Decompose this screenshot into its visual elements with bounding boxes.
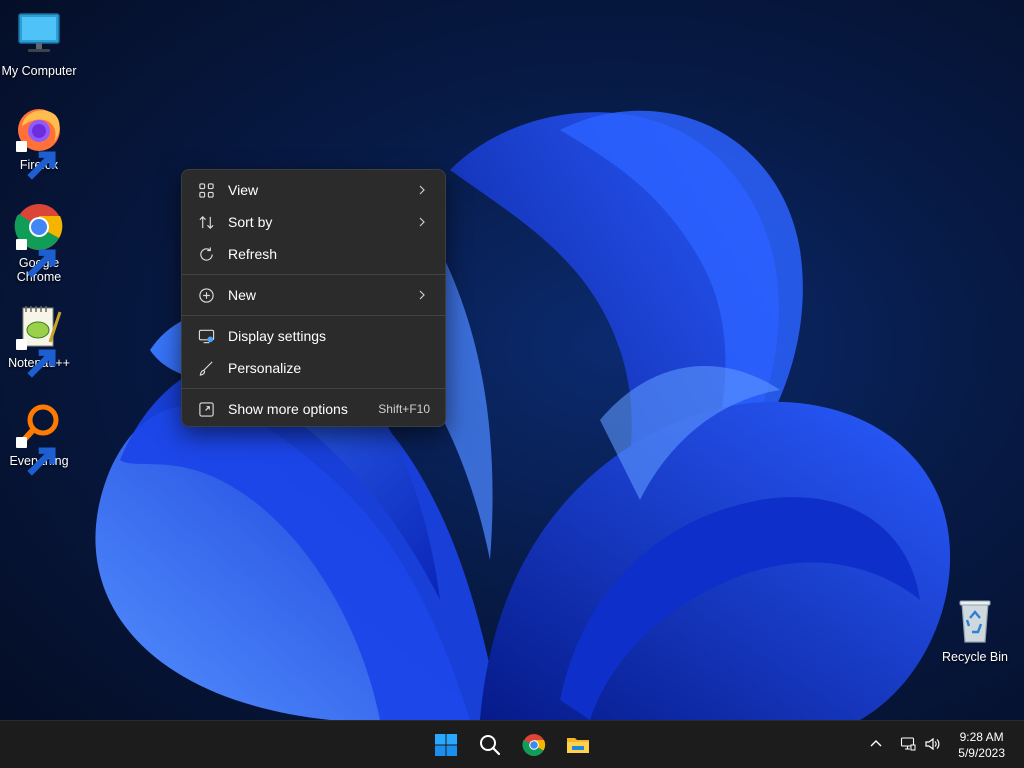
- shortcut-arrow-icon: [16, 141, 56, 180]
- refresh-icon: [197, 245, 215, 263]
- menu-item-personalize[interactable]: Personalize: [186, 352, 441, 384]
- sort-icon: [197, 213, 215, 231]
- search-icon: [480, 735, 501, 756]
- menu-item-display-settings[interactable]: Display settings: [186, 320, 441, 352]
- menu-item-label: Personalize: [228, 360, 302, 376]
- menu-item-label: New: [228, 287, 257, 303]
- desktop-icon-label: Recycle Bin: [942, 650, 1008, 664]
- shortcut-arrow-icon: [16, 437, 56, 476]
- shortcut-arrow-icon: [16, 239, 56, 278]
- menu-item-label: Display settings: [228, 328, 327, 344]
- menu-separator: [182, 274, 445, 275]
- menu-item-refresh[interactable]: Refresh: [186, 238, 441, 270]
- menu-separator: [182, 315, 445, 316]
- desktop-icon-everything[interactable]: Everything: [0, 400, 78, 476]
- start-icon: [435, 734, 457, 756]
- grid-icon: [197, 181, 215, 199]
- desktop-icon-recycle-bin[interactable]: Recycle Bin: [936, 596, 1014, 664]
- wallpaper-bloom: [95, 110, 951, 720]
- clock-date: 5/9/2023: [958, 746, 1005, 760]
- show-hidden-icons-button[interactable]: [865, 733, 887, 755]
- desktop-icon-notepad-plus-plus[interactable]: Notepad++: [0, 302, 78, 378]
- menu-item-label: Show more options: [228, 401, 348, 417]
- taskbar-clock[interactable]: 9:28 AM 5/9/2023: [958, 729, 1005, 761]
- plus-circle-icon: [197, 286, 215, 304]
- volume-icon: [925, 737, 940, 751]
- clock-time: 9:28 AM: [959, 730, 1004, 744]
- menu-item-label: Refresh: [228, 246, 278, 262]
- menu-item-sort-by[interactable]: Sort by: [186, 206, 441, 238]
- more-options-icon: [197, 400, 215, 418]
- desktop-icon-label: My Computer: [1, 64, 77, 78]
- taskbar-chrome-button[interactable]: [518, 729, 550, 761]
- desktop-icon-firefox[interactable]: Firefox: [0, 104, 78, 180]
- brush-icon: [197, 359, 215, 377]
- file-explorer-icon: [567, 738, 589, 753]
- shortcut-arrow-icon: [16, 339, 56, 378]
- monitor-icon: [18, 13, 60, 52]
- menu-item-show-more-options[interactable]: Show more options Shift+F10: [186, 393, 441, 425]
- desktop-icon-google-chrome[interactable]: Google Chrome: [0, 202, 78, 284]
- file-explorer-button[interactable]: [562, 729, 594, 761]
- volume-button[interactable]: [921, 733, 943, 755]
- taskbar: 9:28 AM 5/9/2023: [0, 720, 1024, 768]
- chevron-right-icon: [419, 290, 425, 300]
- menu-item-label: Sort by: [228, 214, 273, 230]
- chrome-icon: [522, 734, 546, 756]
- recycle-bin-icon: [959, 600, 991, 643]
- desktop-icon-my-computer[interactable]: My Computer: [0, 10, 78, 78]
- chevron-right-icon: [419, 185, 425, 195]
- start-button[interactable]: [430, 729, 462, 761]
- menu-item-shortcut: Shift+F10: [378, 402, 430, 416]
- chevron-right-icon: [419, 217, 425, 227]
- menu-item-view[interactable]: View: [186, 174, 441, 206]
- chevron-up-icon: [870, 740, 882, 747]
- network-button[interactable]: [897, 733, 919, 755]
- menu-separator: [182, 388, 445, 389]
- menu-item-new[interactable]: New: [186, 279, 441, 311]
- search-button[interactable]: [474, 729, 506, 761]
- display-icon: [197, 327, 215, 345]
- network-icon: [900, 737, 916, 751]
- desktop-context-menu: View Sort by Refresh New Display setting…: [181, 169, 446, 427]
- menu-item-label: View: [228, 182, 259, 198]
